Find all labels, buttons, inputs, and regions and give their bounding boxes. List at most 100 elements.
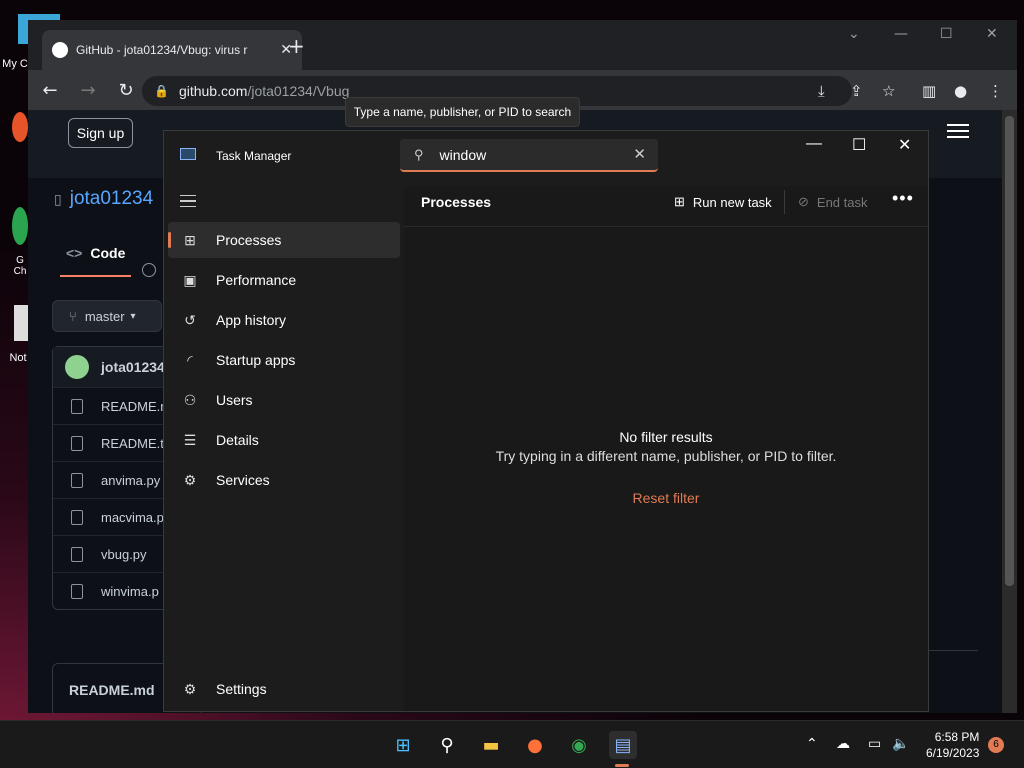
nav-services[interactable]: ⚙ Services (168, 462, 400, 498)
scrollbar-thumb[interactable] (1005, 116, 1014, 586)
branch-selector[interactable]: ⑂ master ▾ (52, 300, 162, 332)
close-window-button[interactable]: ✕ (986, 26, 998, 42)
page-scrollbar[interactable] (1002, 110, 1017, 713)
end-task-button[interactable]: ⊘ End task (798, 194, 868, 210)
nav-label: Services (216, 472, 270, 488)
run-new-task-button[interactable]: ⊞ Run new task (674, 194, 772, 210)
volume-icon[interactable]: 🔈 (892, 736, 909, 752)
file-name[interactable]: anvima.py (101, 473, 160, 488)
users-icon: ⚇ (183, 391, 197, 408)
task-manager-window: Task Manager ⊞ Processes ▣ Performance ↺ Ap… (163, 130, 929, 712)
file-name[interactable]: README.t (101, 436, 164, 451)
commit-author[interactable]: jota01234 (101, 359, 165, 375)
install-icon[interactable]: ⤓ (818, 82, 825, 100)
nav-processes[interactable]: ⊞ Processes (168, 222, 400, 258)
onedrive-icon[interactable]: ☁ (836, 736, 850, 752)
tab-search-icon[interactable]: ⌄ (848, 26, 860, 42)
hamburger-menu-icon[interactable] (947, 124, 969, 138)
tm-close-button[interactable]: ✕ (898, 135, 911, 155)
nav-details[interactable]: ☰ Details (168, 422, 400, 458)
url-domain: github.com (178, 83, 248, 99)
side-panel-icon[interactable]: ▥ (922, 82, 936, 100)
file-icon (71, 435, 83, 451)
end-task-label: End task (816, 194, 868, 210)
url-path: /jota01234/Vbug (247, 83, 350, 99)
processes-icon: ⊞ (184, 231, 196, 248)
notepad-desktop-icon[interactable] (14, 305, 28, 341)
avatar[interactable] (65, 355, 89, 379)
file-name[interactable]: README.m (101, 399, 171, 414)
tab-code-label: Code (90, 245, 126, 261)
file-icon (71, 472, 83, 488)
desktop-icon-label: Not (9, 352, 27, 364)
minimize-button[interactable]: — (894, 26, 908, 42)
nav-app-history[interactable]: ↺ App history (168, 302, 400, 338)
start-windows-icon[interactable]: ⊞ (389, 731, 417, 759)
firefox-desktop-icon[interactable] (12, 112, 28, 142)
desktop-icon-label: G Ch (13, 255, 27, 277)
clock[interactable]: 6:58 PM 6/19/2023 (926, 729, 979, 761)
file-explorer-icon[interactable]: ▬ (477, 731, 505, 759)
date: 6/19/2023 (926, 746, 980, 760)
chrome-desktop-icon[interactable] (12, 207, 28, 245)
repo-owner-link[interactable]: ▯ jota01234 (54, 188, 153, 210)
file-name[interactable]: winvima.p (101, 584, 159, 599)
desktop-icon-label: My C (2, 58, 28, 70)
task-manager-taskbar-icon[interactable]: ▤ (609, 731, 637, 759)
reload-icon[interactable]: ↻ (116, 80, 136, 101)
bookmark-star-icon[interactable]: ☆ (882, 82, 895, 100)
nav-label: Details (216, 432, 259, 448)
network-icon[interactable]: ▭ (868, 736, 881, 752)
back-icon[interactable]: ← (40, 80, 60, 101)
nav-label: Performance (216, 272, 297, 288)
notification-badge[interactable]: 6 (988, 737, 1004, 753)
search-taskbar-icon[interactable]: ⚲ (433, 731, 461, 759)
nav-label: App history (216, 312, 287, 328)
github-icon (52, 42, 68, 58)
firefox-icon[interactable]: ● (521, 731, 549, 759)
sign-up-button[interactable]: Sign up (68, 118, 133, 148)
nav-users[interactable]: ⚇ Users (168, 382, 400, 418)
task-manager-title: Task Manager (216, 149, 292, 163)
chevron-up-icon[interactable]: ⌃ (806, 736, 818, 752)
tm-minimize-button[interactable]: — (806, 135, 822, 153)
nav-toggle-icon[interactable] (180, 195, 196, 207)
chrome-icon[interactable]: ◉ (565, 731, 593, 759)
nav-settings[interactable]: ⚙ Settings (168, 671, 400, 707)
nav-performance[interactable]: ▣ Performance (168, 262, 400, 298)
branch-name: master (84, 308, 125, 324)
file-name[interactable]: vbug.py (101, 547, 147, 562)
settings-gear-icon: ⚙ (183, 680, 197, 697)
more-options-icon[interactable]: ••• (892, 188, 914, 209)
task-manager-logo-icon (180, 148, 196, 160)
file-icon (71, 509, 83, 525)
code-icon: <> (66, 245, 83, 261)
empty-state-title: No filter results (619, 429, 713, 445)
maximize-button[interactable]: ☐ (940, 26, 953, 42)
time: 6:58 PM (934, 730, 980, 744)
menu-kebab-icon[interactable]: ⋮ (988, 82, 1003, 100)
lock-icon[interactable]: 🔒 (154, 84, 169, 98)
file-icon (71, 546, 83, 562)
profile-icon[interactable]: ● (954, 82, 967, 100)
tab-code[interactable]: <> Code (60, 245, 132, 277)
app-history-icon: ↺ (184, 311, 196, 328)
nav-startup-apps[interactable]: ◜ Startup apps (168, 342, 400, 378)
performance-icon: ▣ (183, 271, 197, 288)
run-new-task-label: Run new task (692, 194, 772, 210)
browser-tab[interactable]: GitHub - jota01234/Vbug: virus r ✕ (42, 30, 302, 70)
search-input[interactable]: ⚲ window ✕ (400, 139, 658, 172)
share-icon[interactable]: ⇪ (850, 82, 863, 100)
search-value[interactable]: window (440, 147, 487, 163)
nav-label: Users (216, 392, 253, 408)
repo-icon: ▯ (54, 191, 62, 207)
clear-search-icon[interactable]: ✕ (633, 145, 646, 163)
issues-icon[interactable] (142, 263, 156, 277)
task-manager-sidebar: Task Manager ⊞ Processes ▣ Performance ↺ Ap… (164, 131, 404, 711)
new-tab-button[interactable]: + (288, 34, 305, 58)
forward-icon[interactable]: → (78, 80, 98, 101)
tab-title: GitHub - jota01234/Vbug: virus r (76, 43, 248, 57)
reset-filter-link[interactable]: Reset filter (404, 490, 928, 506)
tm-maximize-button[interactable]: ☐ (852, 135, 866, 155)
file-name[interactable]: macvima.p (101, 510, 164, 525)
